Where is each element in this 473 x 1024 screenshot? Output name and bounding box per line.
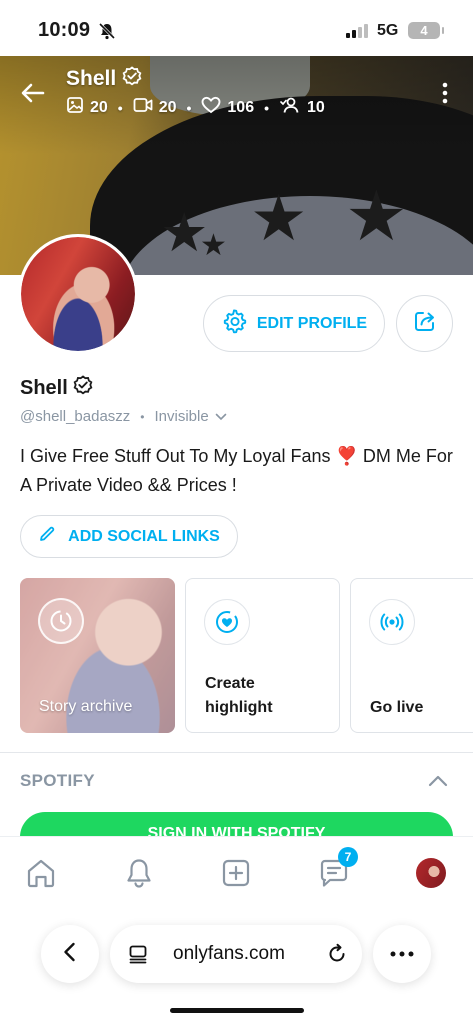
- heart-icon: [201, 96, 221, 119]
- create-highlight-card[interactable]: Create highlight: [185, 578, 340, 733]
- stat-photos-count: 20: [90, 98, 108, 116]
- status-bar: 10:09 5G 4: [0, 0, 473, 56]
- verified-icon: [73, 375, 93, 401]
- stat-videos-count: 20: [158, 98, 177, 116]
- bottom-navigation: 7: [0, 836, 473, 908]
- home-indicator: [170, 1008, 304, 1013]
- photo-icon: [66, 96, 84, 119]
- tabs-icon[interactable]: [128, 944, 148, 969]
- home-icon[interactable]: [23, 855, 59, 891]
- more-vertical-icon[interactable]: [437, 78, 453, 108]
- story-archive-card[interactable]: Story archive: [20, 578, 175, 733]
- spotify-section-title: SPOTIFY: [20, 771, 95, 790]
- stat-videos[interactable]: 20: [133, 96, 177, 119]
- profile-name: Shell: [20, 375, 93, 401]
- visibility-status[interactable]: Invisible: [155, 408, 209, 425]
- messages-icon[interactable]: 7: [316, 847, 358, 891]
- fans-icon: [279, 96, 301, 119]
- add-social-links-label: ADD SOCIAL LINKS: [68, 527, 220, 545]
- verified-icon: [122, 66, 142, 92]
- browser-back-button[interactable]: [41, 925, 99, 983]
- go-live-card[interactable]: Go live: [350, 578, 473, 733]
- nav-avatar-image: [416, 858, 446, 888]
- profile-handle-row: @shell_badaszz • Invisible: [20, 408, 227, 425]
- header-name: Shell: [66, 67, 117, 90]
- edit-profile-label: EDIT PROFILE: [256, 314, 368, 332]
- browser-more-button[interactable]: [373, 925, 431, 983]
- section-divider: [0, 752, 473, 753]
- header-title: Shell: [66, 66, 142, 92]
- create-highlight-label-line1: Create: [205, 675, 255, 692]
- profile-avatar[interactable]: [18, 234, 138, 354]
- video-icon: [133, 96, 153, 119]
- heart-exclamation-emoji: ❣️: [335, 446, 358, 466]
- story-archive-label: Story archive: [39, 698, 133, 715]
- stat-likes-count: 106: [227, 98, 255, 116]
- back-icon: [60, 940, 80, 969]
- edit-profile-button[interactable]: EDIT PROFILE: [203, 295, 385, 352]
- avatar-image: [21, 237, 135, 351]
- battery-indicator: 4: [408, 22, 444, 39]
- address-bar[interactable]: onlyfans.com: [110, 925, 362, 983]
- url-domain: onlyfans.com: [173, 943, 285, 964]
- profile-avatar[interactable]: [413, 855, 449, 891]
- stat-fans[interactable]: 10: [279, 96, 325, 119]
- stat-likes[interactable]: 106: [201, 96, 254, 119]
- stat-photos[interactable]: 20: [66, 96, 108, 119]
- gear-icon: [221, 308, 247, 339]
- reload-icon[interactable]: [326, 943, 348, 970]
- add-post-icon[interactable]: [218, 855, 254, 891]
- create-highlight-label-line2: highlight: [205, 699, 273, 716]
- back-arrow-icon[interactable]: [18, 78, 48, 108]
- heart-badge-icon: [204, 599, 250, 645]
- browser-toolbar: onlyfans.com: [0, 908, 473, 1024]
- chevron-down-icon[interactable]: [215, 408, 227, 425]
- stat-fans-count: 10: [307, 98, 325, 116]
- add-social-links-button[interactable]: ADD SOCIAL LINKS: [20, 515, 238, 558]
- profile-handle: @shell_badaszz: [20, 408, 131, 425]
- bell-slash-icon: [98, 22, 116, 45]
- header-stats: 20 • 20 • 106 • 10: [66, 96, 325, 119]
- network-type: 5G: [377, 22, 399, 39]
- profile-bio: I Give Free Stuff Out To My Loyal Fans ❣…: [20, 442, 460, 500]
- status-time: 10:09: [38, 19, 91, 41]
- go-live-label: Go live: [370, 699, 424, 716]
- more-icon: [389, 945, 415, 963]
- profile-name-text: Shell: [20, 376, 68, 399]
- chevron-up-icon[interactable]: [428, 774, 448, 788]
- share-icon: [412, 308, 438, 339]
- signal-icon: [346, 24, 368, 38]
- notifications-icon[interactable]: [121, 855, 157, 891]
- bio-text: I Give Free Stuff Out To My Loyal Fans: [20, 446, 331, 466]
- pencil-icon: [38, 525, 56, 548]
- messages-badge: 7: [338, 847, 358, 867]
- clock-icon: [38, 598, 84, 644]
- share-button[interactable]: [396, 295, 453, 352]
- broadcast-icon: [369, 599, 415, 645]
